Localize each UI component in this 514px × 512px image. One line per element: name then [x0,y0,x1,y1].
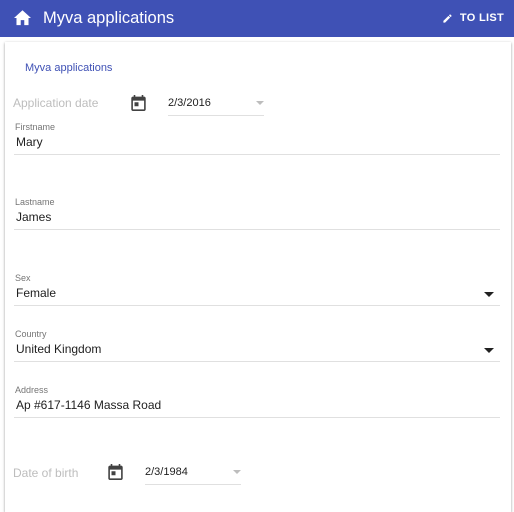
sex-underline [14,305,500,306]
address-label: Address [15,385,49,395]
country-value[interactable]: United Kingdom [16,342,101,356]
app-title: Myva applications [43,9,175,27]
application-date-input[interactable]: 2/3/2016 [168,93,264,116]
country-underline [14,361,500,362]
chevron-down-icon [233,470,241,474]
application-form-card: Myva applications Application date 2/3/2… [5,42,511,512]
lastname-value[interactable]: James [16,210,51,224]
sex-label: Sex [15,273,31,283]
lastname-underline [14,229,500,230]
home-icon[interactable] [14,10,31,26]
firstname-value[interactable]: Mary [16,135,43,149]
to-list-label: TO LIST [459,12,504,24]
firstname-underline [14,154,500,155]
app-toolbar: Myva applications TO LIST [0,0,514,37]
card-title: Myva applications [25,62,113,74]
application-date-value: 2/3/2016 [168,97,211,109]
firstname-label: Firstname [15,122,56,132]
calendar-icon[interactable] [108,464,123,480]
chevron-down-icon [256,101,264,105]
country-label: Country [15,329,47,339]
date-of-birth-input[interactable]: 2/3/1984 [145,462,241,485]
calendar-icon[interactable] [131,95,146,111]
date-of-birth-label: Date of birth [13,466,79,480]
to-list-button[interactable]: TO LIST [442,8,504,28]
dropdown-arrow-icon[interactable] [484,292,494,297]
application-date-label: Application date [13,96,99,110]
sex-value[interactable]: Female [16,286,56,300]
address-value[interactable]: Ap #617-1146 Massa Road [16,398,161,412]
address-underline [14,417,500,418]
lastname-label: Lastname [15,197,55,207]
pencil-icon [443,13,452,23]
date-of-birth-value: 2/3/1984 [145,466,188,478]
dropdown-arrow-icon[interactable] [484,348,494,353]
